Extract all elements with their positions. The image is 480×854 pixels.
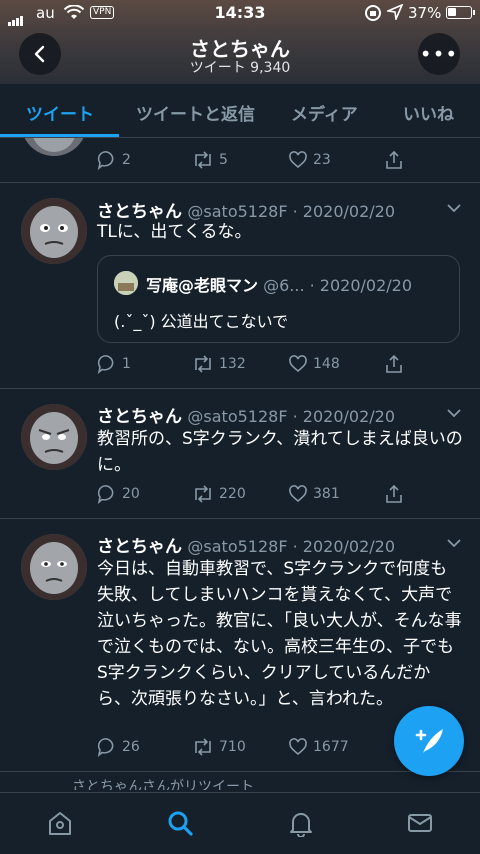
location-icon [387,4,403,20]
like-button[interactable]: 23 [288,149,331,171]
divider [0,518,480,519]
retweet-button[interactable]: 5 [192,149,228,171]
like-icon [289,151,307,169]
reply-button[interactable]: 20 [97,483,140,505]
messages-icon[interactable] [406,809,434,837]
retweet-count: 5 [219,152,228,168]
retweet-button[interactable]: 220 [192,483,246,505]
tab-likes[interactable]: いいね [403,100,454,125]
retweet-icon [195,355,211,373]
divider [0,771,480,772]
retweeted-by-note: さとちゃんさんがリツイート [72,779,254,790]
handle-and-date: @sato5128F · 2020/02/20 [187,407,396,426]
quoted-tweet[interactable]: 写庵@老眼マン @6... · 2020/02/20 (.ˇ_ˇ) 公道出てこな… [97,255,460,343]
share-icon [386,484,402,503]
like-button[interactable]: 148 [288,353,340,375]
share-icon [386,150,402,169]
like-count: 381 [313,486,340,502]
chevron-down-icon[interactable] [446,202,462,214]
reply-icon [97,355,114,374]
tweet-text: 今日は、自動車教習で、S字クランクで何度も失敗、してしまいハンコを貰えなくて、大… [97,559,462,709]
reply-icon [97,485,114,504]
retweet-button[interactable]: 132 [192,353,246,375]
status-bar: au VPN 14:33 37% [0,0,480,26]
like-button[interactable]: 381 [288,483,340,505]
like-count: 148 [313,356,340,372]
reply-count: 20 [122,486,140,502]
profile-header: au VPN 14:33 37% さとちゃん ツイート 9,340 ••• [0,0,480,84]
share-button[interactable] [384,483,409,505]
display-name[interactable]: さとちゃん [97,537,182,557]
like-button[interactable]: 1677 [288,736,349,758]
retweet-button[interactable]: 710 [192,736,246,758]
share-button[interactable] [384,353,409,375]
tweet-feed[interactable]: 2 5 23 さとちゃん @sato5128F · 2020/02/20 TLに… [0,138,480,792]
reply-count: 26 [122,739,140,755]
quoted-handle-and-date: @6... · 2020/02/20 [263,276,413,295]
tweet-count: ツイート 9,340 [189,60,291,76]
rotation-lock-icon [365,5,381,21]
compose-tweet-button[interactable] [394,706,464,776]
handle-and-date: @sato5128F · 2020/02/20 [187,537,396,556]
display-name[interactable]: さとちゃん [97,407,182,427]
chevron-down-icon[interactable] [446,537,462,549]
quoted-display-name: 写庵@老眼マン [146,276,259,295]
active-tab-indicator [0,134,119,137]
battery-icon [446,6,475,19]
avatar [114,271,138,295]
retweet-count: 132 [219,356,246,372]
avatar[interactable] [21,138,87,156]
tweet-text: 教習所の、S字クランク、潰れてしまえば良いのに。 [97,429,463,475]
like-count: 1677 [313,739,349,755]
more-button[interactable]: ••• [418,33,460,75]
tweet-text: TLに、出てくるな。 [97,222,252,242]
like-count: 23 [313,152,331,168]
tweet-actions: 1 132 148 [97,353,427,375]
battery-percent: 37% [408,4,442,22]
share-button[interactable] [384,149,409,171]
reply-button[interactable]: 26 [97,736,140,758]
reply-button[interactable]: 2 [97,149,131,171]
chevron-down-icon[interactable] [446,407,462,419]
tab-tweets-and-replies[interactable]: ツイートと返信 [136,100,255,125]
reply-icon [97,738,114,757]
tweet-actions: 2 5 23 [97,149,427,171]
tab-media[interactable]: メディア [291,100,358,125]
home-icon[interactable] [46,809,74,837]
like-icon [289,485,307,503]
like-icon [289,355,307,373]
more-icon: ••• [419,42,459,66]
quoted-tweet-text: (.ˇ_ˇ) 公道出てこないで [114,312,289,331]
profile-tabs: ツイート ツイートと返信 メディア いいね [0,84,480,138]
avatar[interactable] [21,404,87,470]
tweet-actions: 26 710 1677 [97,736,427,758]
reply-button[interactable]: 1 [97,353,131,375]
bottom-navigation [0,792,480,854]
search-icon[interactable] [166,809,194,837]
share-icon [386,354,402,373]
reply-count: 2 [122,152,131,168]
like-icon [289,738,307,756]
avatar[interactable] [21,198,87,264]
retweet-count: 710 [219,739,246,755]
notifications-icon[interactable] [287,809,315,837]
divider [0,388,480,389]
compose-icon [415,729,443,753]
retweet-icon [195,151,211,169]
avatar[interactable] [21,534,87,600]
tab-tweets[interactable]: ツイート [26,100,94,125]
retweet-icon [195,485,211,503]
reply-icon [97,151,114,170]
retweet-count: 220 [219,486,246,502]
tweet-actions: 20 220 381 [97,483,427,505]
retweet-icon [195,738,211,756]
reply-count: 1 [122,356,131,372]
divider [0,182,480,183]
